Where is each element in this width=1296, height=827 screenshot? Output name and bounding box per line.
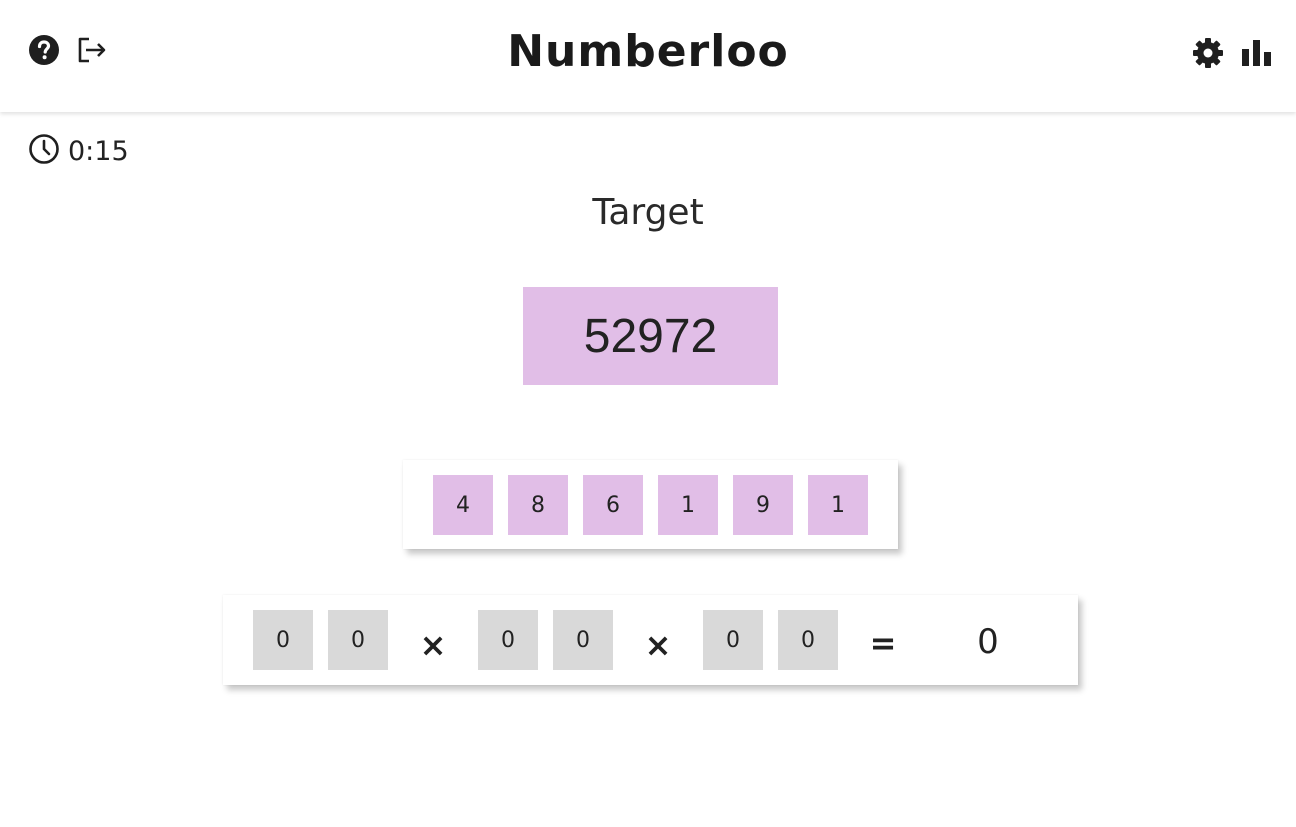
equation-tray: 0 0 × 0 0 × 0 0 = 0 xyxy=(223,595,1078,685)
number-tile[interactable]: 4 xyxy=(433,475,493,535)
gear-icon[interactable] xyxy=(1192,37,1224,69)
target-number: 52972 xyxy=(523,287,778,385)
number-tile[interactable]: 1 xyxy=(658,475,718,535)
equation-result: 0 xyxy=(977,622,999,662)
number-tile[interactable]: 6 xyxy=(583,475,643,535)
equation-slot[interactable]: 0 xyxy=(328,610,388,670)
equation-slot[interactable]: 0 xyxy=(703,610,763,670)
number-tile[interactable]: 9 xyxy=(733,475,793,535)
equals-sign: = xyxy=(869,624,897,662)
number-tiles-tray: 4 8 6 1 9 1 xyxy=(403,460,898,549)
app-header: Numberloo xyxy=(0,0,1296,112)
number-tile[interactable]: 1 xyxy=(808,475,868,535)
equation-slot[interactable]: 0 xyxy=(253,610,313,670)
equation-slot[interactable]: 0 xyxy=(478,610,538,670)
clock-icon xyxy=(28,133,60,169)
timer-value: 0:15 xyxy=(68,135,129,167)
equation-slot[interactable]: 0 xyxy=(778,610,838,670)
multiply-operator: × xyxy=(644,626,672,664)
multiply-operator: × xyxy=(419,626,447,664)
number-tile[interactable]: 8 xyxy=(508,475,568,535)
equation-slot[interactable]: 0 xyxy=(553,610,613,670)
stats-icon[interactable] xyxy=(1240,37,1274,69)
app-title: Numberloo xyxy=(507,26,789,77)
timer: 0:15 xyxy=(28,134,129,168)
target-label: Target xyxy=(592,192,704,233)
